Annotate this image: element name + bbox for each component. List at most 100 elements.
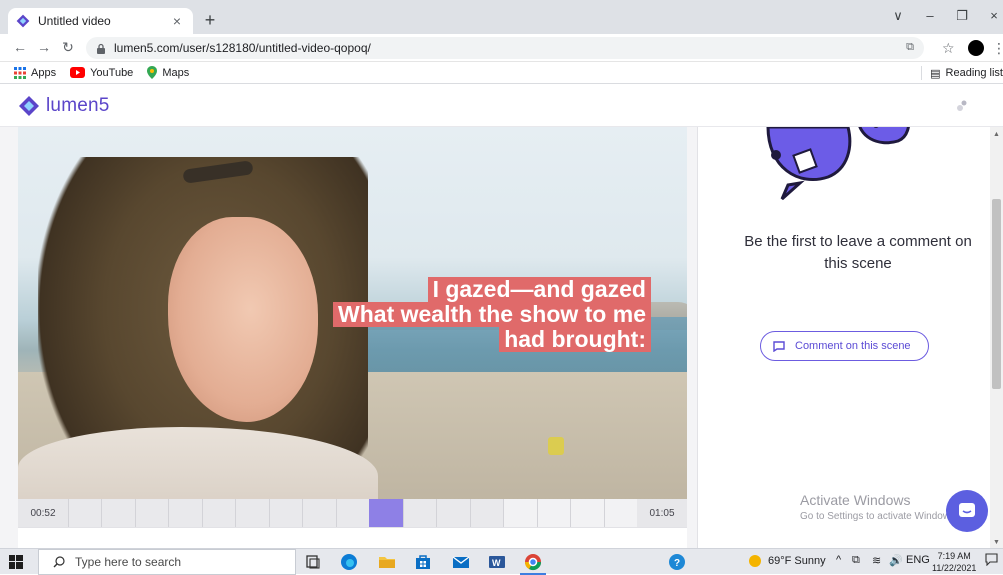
comments-scrollbar[interactable]: ▲ ▼ xyxy=(990,127,1003,548)
timeline-frame[interactable] xyxy=(134,499,169,527)
tab-search-icon[interactable]: ∨ xyxy=(888,8,908,24)
minimize-button[interactable]: – xyxy=(920,8,940,23)
chat-support-button[interactable] xyxy=(946,490,988,532)
taskbar-search-box[interactable]: Type here to search xyxy=(38,549,296,575)
scene-buoy xyxy=(548,437,564,455)
video-caption[interactable]: I gazed—and gazed What wealth the show t… xyxy=(333,277,651,352)
mail-icon[interactable] xyxy=(452,553,470,571)
reload-icon[interactable]: ↻ xyxy=(60,39,76,56)
timeline-frame[interactable] xyxy=(235,499,269,527)
timeline-footer xyxy=(18,527,687,548)
timeline-start-time: 00:52 xyxy=(30,507,56,519)
youtube-icon xyxy=(70,67,86,78)
tray-chevron-icon[interactable]: ^ xyxy=(836,554,841,566)
scene-timeline[interactable]: 00:52 01:05 xyxy=(18,499,687,527)
timeline-frame-active[interactable] xyxy=(369,499,403,527)
file-explorer-icon[interactable] xyxy=(378,553,396,571)
browser-toolbar: ← → ↻ lumen5.com/user/s128180/untitled-v… xyxy=(0,34,1003,62)
comment-on-scene-button[interactable]: Comment on this scene xyxy=(760,331,929,361)
bookmark-label: Maps xyxy=(162,66,190,79)
lumen5-logo[interactable]: lumen5 xyxy=(18,95,110,117)
caption-line: I gazed—and gazed xyxy=(427,277,651,302)
svg-text:W: W xyxy=(492,558,501,568)
browser-tab[interactable]: Untitled video × xyxy=(8,8,193,34)
watermark-subtitle: Go to Settings to activate Windows. xyxy=(800,511,958,522)
timeline-frame[interactable] xyxy=(503,499,537,527)
close-window-button[interactable]: × xyxy=(984,8,1003,23)
new-tab-button[interactable]: + xyxy=(200,10,220,31)
clock-date: 11/22/2021 xyxy=(932,563,977,573)
task-view-icon[interactable] xyxy=(304,553,322,571)
timeline-frame[interactable] xyxy=(436,499,470,527)
bookmark-apps[interactable]: Apps xyxy=(14,66,57,79)
logo-text: lumen5 xyxy=(46,95,110,116)
timeline-frame[interactable] xyxy=(201,499,236,527)
wifi-icon[interactable]: ≋ xyxy=(872,554,881,567)
comment-icon xyxy=(773,340,785,352)
timeline-frame[interactable] xyxy=(469,499,504,527)
timeline-frame[interactable] xyxy=(570,499,604,527)
lumen5-favicon-icon xyxy=(16,14,30,28)
network-icon[interactable]: ⧉ xyxy=(852,554,860,567)
timeline-frame[interactable] xyxy=(168,499,202,527)
windows-taskbar: Type here to search W ? 69°F Sunny ^ ⧉ ≋… xyxy=(0,548,1003,575)
profile-avatar[interactable] xyxy=(968,40,984,56)
microsoft-store-icon[interactable] xyxy=(414,553,432,571)
timeline-frame[interactable] xyxy=(536,499,571,527)
reading-list-label: Reading list xyxy=(945,67,1003,79)
address-bar[interactable]: lumen5.com/user/s128180/untitled-video-q… xyxy=(86,37,924,59)
scrollbar-thumb[interactable] xyxy=(992,199,1001,389)
url-text: lumen5.com/user/s128180/untitled-video-q… xyxy=(114,41,371,55)
app-header: lumen5 xyxy=(0,85,1003,127)
tab-close-icon[interactable]: × xyxy=(169,13,185,29)
timeline-frame[interactable] xyxy=(101,499,135,527)
timeline-frame[interactable] xyxy=(603,499,637,527)
video-preview[interactable]: I gazed—and gazed What wealth the show t… xyxy=(18,127,687,499)
language-indicator[interactable]: ENG xyxy=(906,554,930,566)
comment-button-label: Comment on this scene xyxy=(795,340,911,352)
windows-start-icon[interactable] xyxy=(9,555,23,572)
weather-text: 69°F Sunny xyxy=(768,555,826,567)
timeline-frames[interactable] xyxy=(68,499,637,527)
restore-button[interactable]: ❐ xyxy=(952,8,972,24)
scroll-down-icon[interactable]: ▼ xyxy=(993,539,1000,546)
comment-bubbles-illustration xyxy=(766,127,910,201)
bookmark-star-icon[interactable]: ☆ xyxy=(942,40,955,57)
activate-windows-watermark: Activate Windows Go to Settings to activ… xyxy=(800,492,958,522)
edge-browser-icon[interactable] xyxy=(340,553,358,571)
help-app-icon[interactable]: ? xyxy=(668,553,686,571)
volume-icon[interactable]: 🔊 xyxy=(889,554,903,567)
notifications-icon[interactable] xyxy=(985,553,998,569)
scroll-up-icon[interactable]: ▲ xyxy=(993,131,1000,138)
caption-line: What wealth the show to me xyxy=(333,302,651,327)
reading-list-icon: ▤ xyxy=(930,67,941,80)
timeline-frame[interactable] xyxy=(402,499,437,527)
forward-arrow-icon[interactable]: → xyxy=(36,39,52,55)
timeline-frame[interactable] xyxy=(335,499,370,527)
bookmark-maps[interactable]: Maps xyxy=(147,66,189,79)
user-avatar-icon[interactable] xyxy=(955,99,969,116)
timeline-frame[interactable] xyxy=(68,499,102,527)
watermark-title: Activate Windows xyxy=(800,492,911,508)
chrome-icon[interactable] xyxy=(524,553,542,571)
taskbar-clock[interactable]: 7:19 AM 11/22/2021 xyxy=(932,550,976,574)
bookmark-youtube[interactable]: YouTube xyxy=(70,67,133,79)
share-icon[interactable]: ⧉ xyxy=(906,41,914,54)
bookmark-label: Apps xyxy=(31,66,57,79)
empty-comments-message: Be the first to leave a comment on this … xyxy=(744,233,972,272)
apps-grid-icon xyxy=(14,66,26,79)
back-arrow-icon[interactable]: ← xyxy=(12,39,28,55)
reading-list-button[interactable]: ▤ Reading list xyxy=(921,66,1003,80)
svg-text:?: ? xyxy=(674,558,680,569)
word-icon[interactable]: W xyxy=(488,553,506,571)
more-menu-icon[interactable]: ⋮ xyxy=(992,40,1003,57)
scene-preview-panel: I gazed—and gazed What wealth the show t… xyxy=(0,127,698,548)
maps-pin-icon xyxy=(147,66,158,79)
lock-icon xyxy=(96,43,106,54)
clock-time: 7:19 AM xyxy=(937,551,971,561)
timeline-end-time: 01:05 xyxy=(649,507,675,519)
timeline-frame[interactable] xyxy=(268,499,303,527)
divider xyxy=(921,66,923,80)
timeline-frame[interactable] xyxy=(302,499,336,527)
weather-widget[interactable]: 69°F Sunny xyxy=(748,554,826,568)
